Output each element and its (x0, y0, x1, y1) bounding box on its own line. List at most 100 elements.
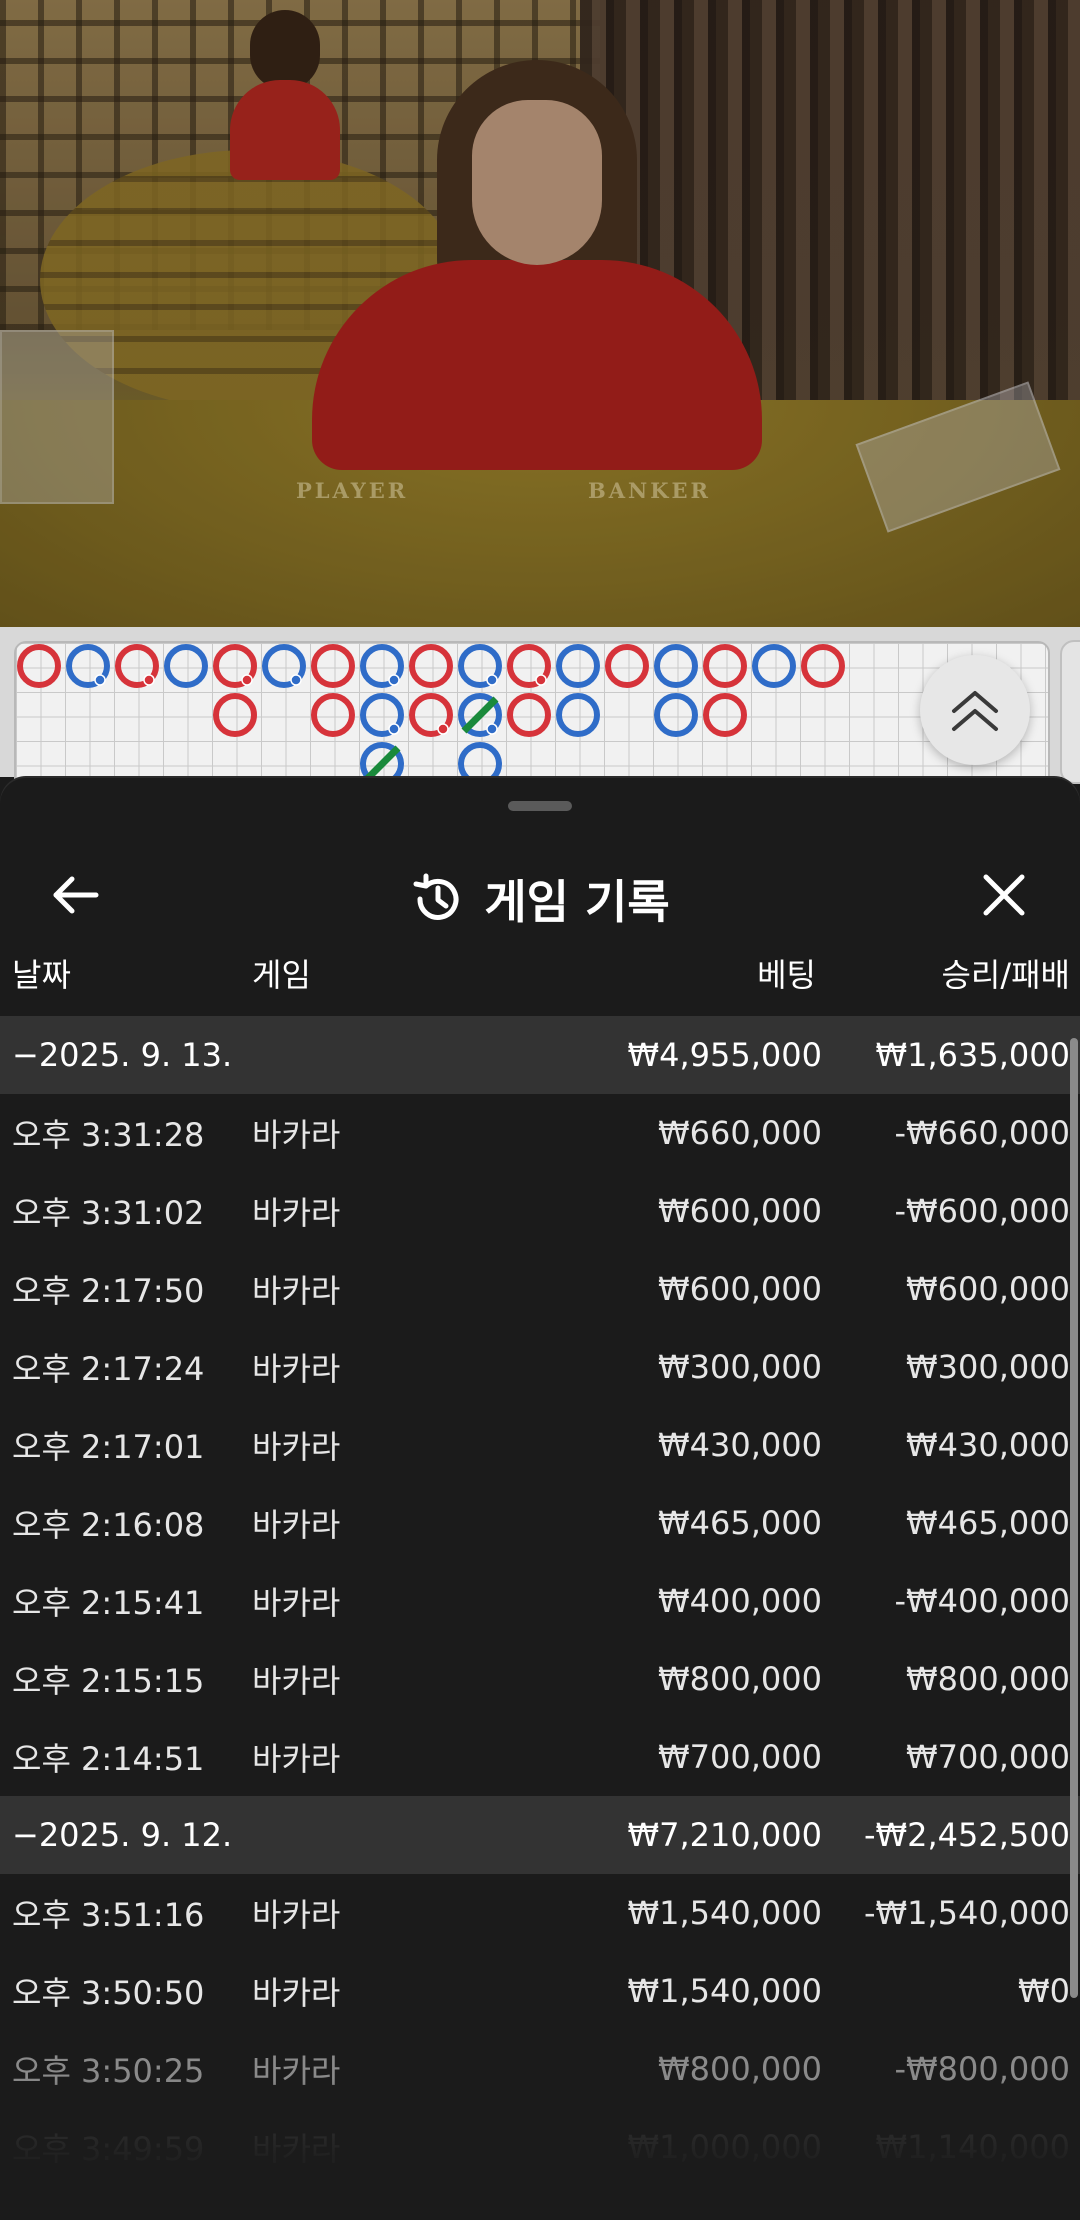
pair-dot (486, 723, 498, 735)
row-result: -₩400,000 (894, 1582, 1070, 1620)
row-result: -₩600,000 (894, 1192, 1070, 1230)
history-list[interactable]: −2025. 9. 13. ₩4,955,000 ₩1,635,000 오후 3:31… (0, 1016, 1080, 2186)
player-bead (654, 693, 698, 737)
row-game: 바카라 (252, 1896, 341, 1934)
row-bet: ₩800,000 (658, 1660, 822, 1698)
row-game: 바카라 (252, 1116, 341, 1154)
row-bet: ₩1,540,000 (627, 1894, 823, 1932)
row-game: 바카라 (252, 1974, 341, 2012)
history-row[interactable]: 오후 2:16:08 바카라 ₩465,000 ₩465,000 (0, 1484, 1080, 1562)
group-result-total: -₩2,452,500 (863, 1816, 1070, 1854)
row-time: 오후 2:16:08 (12, 1506, 205, 1544)
row-result: ₩600,000 (906, 1270, 1070, 1308)
row-result: -₩1,540,000 (863, 1894, 1070, 1932)
row-bet: ₩600,000 (658, 1192, 822, 1230)
banker-bead (703, 693, 747, 737)
group-bet-total: ₩4,955,000 (627, 1036, 823, 1074)
banker-bead (311, 693, 355, 737)
banker-bead (17, 644, 61, 688)
row-game: 바카라 (252, 1584, 341, 1622)
row-time: 오후 2:15:41 (12, 1584, 205, 1622)
row-bet: ₩660,000 (658, 1114, 822, 1152)
pair-dot (388, 723, 400, 735)
side-road-panel[interactable] (1060, 640, 1080, 784)
double-chevron-up-icon (952, 691, 998, 731)
history-row[interactable]: 오후 2:15:15 바카라 ₩800,000 ₩800,000 (0, 1640, 1080, 1718)
history-row[interactable]: 오후 2:14:51 바카라 ₩700,000 ₩700,000 (0, 1718, 1080, 1796)
history-row[interactable]: 오후 3:31:02 바카라 ₩600,000 -₩600,000 (0, 1172, 1080, 1250)
row-result: ₩0 (1018, 1972, 1070, 2010)
column-headers: 날짜 게임 베팅 승리/패배 (0, 946, 1080, 996)
date-group-header[interactable]: −2025. 9. 13. ₩4,955,000 ₩1,635,000 (0, 1016, 1080, 1094)
row-time: 오후 3:50:50 (12, 1974, 205, 2012)
row-game: 바카라 (252, 1428, 341, 1466)
banker-bead (605, 644, 649, 688)
history-row[interactable]: 오후 2:17:01 바카라 ₩430,000 ₩430,000 (0, 1406, 1080, 1484)
history-row[interactable]: 오후 2:15:41 바카라 ₩400,000 -₩400,000 (0, 1562, 1080, 1640)
pair-dot (241, 674, 253, 686)
row-time: 오후 2:14:51 (12, 1740, 205, 1778)
row-game: 바카라 (252, 1740, 341, 1778)
column-header-game: 게임 (252, 956, 311, 994)
group-date: −2025. 9. 13. (12, 1036, 233, 1074)
pair-dot (143, 674, 155, 686)
player-bead (556, 693, 600, 737)
row-result: ₩465,000 (906, 1504, 1070, 1542)
row-bet: ₩465,000 (658, 1504, 822, 1542)
pair-dot (535, 674, 547, 686)
row-result: ₩800,000 (906, 1660, 1070, 1698)
pair-dot (290, 674, 302, 686)
close-button[interactable] (972, 863, 1036, 927)
pair-dot (94, 674, 106, 686)
bead-road-panel[interactable] (0, 627, 1080, 795)
history-row[interactable]: 오후 3:50:50 바카라 ₩1,540,000 ₩0 (0, 1952, 1080, 2030)
player-bead (164, 644, 208, 688)
row-game: 바카라 (252, 1194, 341, 1232)
row-time: 오후 2:15:15 (12, 1662, 205, 1700)
group-result-total: ₩1,635,000 (875, 1036, 1071, 1074)
row-bet: ₩600,000 (658, 1270, 822, 1308)
scrollbar[interactable] (1070, 1038, 1078, 1998)
pair-dot (437, 723, 449, 735)
row-game: 바카라 (252, 1272, 341, 1310)
row-time: 오후 3:31:02 (12, 1194, 205, 1232)
row-time: 오후 2:17:01 (12, 1428, 205, 1466)
history-row[interactable]: 오후 3:51:16 바카라 ₩1,540,000 -₩1,540,000 (0, 1874, 1080, 1952)
history-icon (413, 873, 459, 920)
banker-bead (703, 644, 747, 688)
history-row[interactable]: 오후 3:31:28 바카라 ₩660,000 -₩660,000 (0, 1094, 1080, 1172)
drag-handle[interactable] (508, 801, 572, 811)
game-history-sheet: 게임 기록 날짜 게임 베팅 승리/패배 −2025. 9. 13. ₩4,955… (0, 778, 1080, 2220)
player-bead (556, 644, 600, 688)
row-game: 바카라 (252, 1662, 341, 1700)
live-video-feed: PLAYER BANKER (0, 0, 1080, 627)
expand-roads-button[interactable] (920, 655, 1030, 765)
row-result: ₩700,000 (906, 1738, 1070, 1776)
row-result: -₩660,000 (894, 1114, 1070, 1152)
player-bead (654, 644, 698, 688)
row-time: 오후 2:17:50 (12, 1272, 205, 1310)
history-row[interactable]: 오후 2:17:24 바카라 ₩300,000 ₩300,000 (0, 1328, 1080, 1406)
tie-slash (363, 745, 401, 783)
column-header-bet: 베팅 (757, 956, 816, 994)
bead-road (17, 644, 845, 786)
group-bet-total: ₩7,210,000 (627, 1816, 823, 1854)
row-game: 바카라 (252, 1506, 341, 1544)
row-bet: ₩430,000 (658, 1426, 822, 1464)
column-header-result: 승리/패배 (941, 956, 1070, 994)
row-bet: ₩700,000 (658, 1738, 822, 1776)
row-bet: ₩1,540,000 (627, 1972, 823, 2010)
pair-dot (486, 674, 498, 686)
row-game: 바카라 (252, 1350, 341, 1388)
row-time: 오후 2:17:24 (12, 1350, 205, 1388)
banker-bead (507, 693, 551, 737)
date-group-header[interactable]: −2025. 9. 12. ₩7,210,000 -₩2,452,500 (0, 1796, 1080, 1874)
history-row[interactable]: 오후 2:17:50 바카라 ₩600,000 ₩600,000 (0, 1250, 1080, 1328)
row-result: ₩300,000 (906, 1348, 1070, 1386)
sheet-title: 게임 기록 (484, 875, 670, 929)
row-bet: ₩300,000 (658, 1348, 822, 1386)
row-result: ₩430,000 (906, 1426, 1070, 1464)
row-bet: ₩400,000 (658, 1582, 822, 1620)
banker-bead (801, 644, 845, 688)
column-header-date: 날짜 (12, 956, 71, 994)
